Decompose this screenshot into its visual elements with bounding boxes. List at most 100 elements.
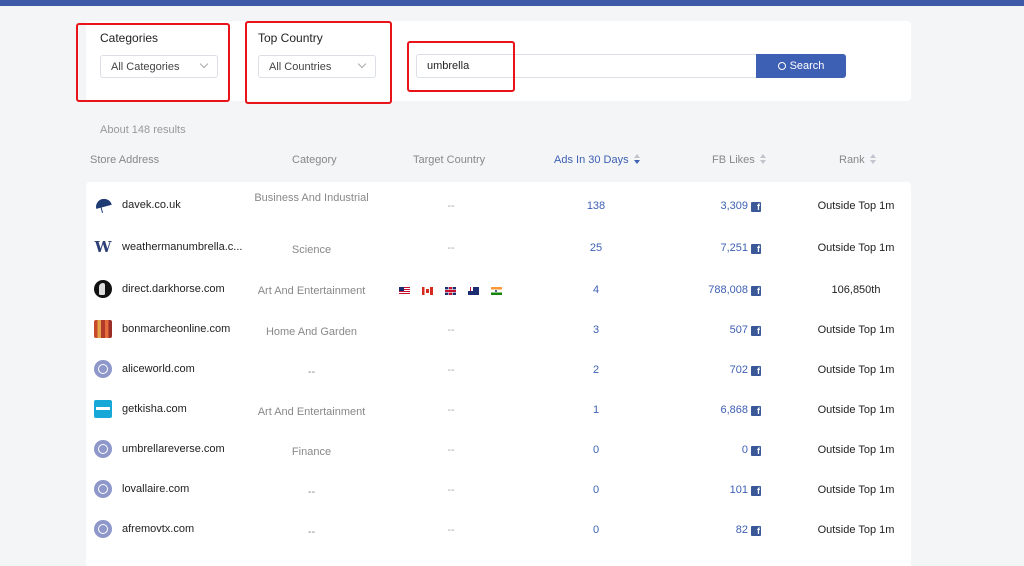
globe-icon [94,440,112,458]
category: -- [307,526,316,538]
us-flag-icon [399,287,410,295]
category: Art And Entertainment [257,285,366,297]
globe-icon [94,480,112,498]
w-logo-icon: W [94,238,112,256]
category: Business And Industrial [254,192,369,204]
table-row[interactable]: aliceworld.com -- -- 2 702 f Outside Top … [86,350,911,390]
canada-flag-icon [422,287,433,295]
column-header-category: Category [292,154,337,166]
ads-count[interactable]: 4 [556,284,636,296]
rank: Outside Top 1m [817,404,895,416]
fb-likes[interactable]: 788,008 f [671,284,761,296]
store-address[interactable]: davek.co.uk [122,199,181,211]
ads-count[interactable]: 2 [556,364,636,376]
category: Science [291,244,332,256]
highlight-box-search [407,41,515,92]
target-country: -- [447,444,455,456]
store-address[interactable]: aliceworld.com [122,363,195,375]
fb-likes[interactable]: 0f [671,444,761,456]
globe-icon [94,360,112,378]
kisha-logo-icon [94,400,112,418]
store-address[interactable]: getkisha.com [122,403,187,415]
table-row[interactable]: bonmarcheonline.com Home And Garden -- 3… [86,310,911,350]
store-address[interactable]: direct.darkhorse.com [122,283,225,295]
store-address[interactable]: umbrellareverse.com [122,443,225,455]
rank: Outside Top 1m [817,484,895,496]
facebook-icon: f [751,526,761,536]
horse-logo-icon [94,280,112,298]
fb-likes[interactable]: 101 f [671,484,761,496]
store-address[interactable]: afremovtx.com [122,523,194,535]
search-button[interactable]: Search [756,54,846,78]
fb-likes-value: 0 [741,444,748,456]
column-header-fb-likes[interactable]: FB Likes [712,154,767,166]
ads-count[interactable]: 3 [556,324,636,336]
rank: 106,850th [831,284,881,296]
umbrella-logo-icon [94,196,112,214]
target-country: -- [447,324,455,336]
fb-likes[interactable]: 702 f [671,364,761,376]
highlight-box-categories [76,23,230,102]
stripes-logo-icon [94,320,112,338]
target-country: -- [447,404,455,416]
column-header-rank[interactable]: Rank [839,154,877,166]
category: -- [307,366,316,378]
table-row[interactable]: afremovtx.com -- -- 0 82 f Outside Top 1m [86,510,911,550]
facebook-icon: f [751,244,761,254]
results-table: davek.co.uk Business And Industrial -- 1… [86,182,911,566]
facebook-icon: f [751,326,761,336]
store-address[interactable]: weathermanumbrella.c... [122,241,242,253]
ads-header-label: Ads In 30 Days [554,154,629,166]
rank: Outside Top 1m [817,444,895,456]
ads-count[interactable]: 25 [556,242,636,254]
facebook-icon: f [751,446,761,456]
fb-likes[interactable]: 7,251 f [671,242,761,254]
uk-flag-icon [445,287,456,295]
australia-flag-icon [468,287,479,295]
table-row[interactable]: direct.darkhorse.com Art And Entertainme… [86,270,911,310]
target-country-flags [399,287,502,295]
ads-count[interactable]: 0 [556,484,636,496]
sort-icon [633,154,641,164]
ads-count[interactable]: 1 [556,404,636,416]
fb-likes-value: 82 [735,524,748,536]
ads-count[interactable]: 138 [556,200,636,212]
target-country: -- [447,242,455,254]
category: Finance [291,446,332,458]
india-flag-icon [491,287,502,295]
globe-icon [94,520,112,538]
fb-likes[interactable]: 507 f [671,324,761,336]
highlight-box-top-country [245,21,392,104]
fb-likes-header-label: FB Likes [712,154,755,166]
fb-likes-value: 7,251 [720,242,748,254]
fb-likes[interactable]: 3,309 f [671,200,761,212]
rank-header-label: Rank [839,154,865,166]
table-row[interactable]: davek.co.uk Business And Industrial -- 1… [86,186,911,226]
fb-likes[interactable]: 82 f [671,524,761,536]
sort-icon [759,154,767,164]
fb-likes-value: 507 [729,324,748,336]
rank: Outside Top 1m [817,524,895,536]
table-row[interactable]: W weathermanumbrella.c... Science -- 25 … [86,230,911,270]
rank: Outside Top 1m [817,324,895,336]
store-address[interactable]: lovallaire.com [122,483,189,495]
table-row[interactable]: umbrellareverse.com Finance -- 0 0f Outs… [86,430,911,470]
rank: Outside Top 1m [817,364,895,376]
facebook-icon: f [751,406,761,416]
fb-likes-value: 788,008 [708,284,748,296]
category: Home And Garden [265,326,358,338]
column-header-ads-in-30-days[interactable]: Ads In 30 Days [554,154,641,166]
facebook-icon: f [751,286,761,296]
ads-count[interactable]: 0 [556,524,636,536]
rank: Outside Top 1m [817,242,895,254]
ads-count[interactable]: 0 [556,444,636,456]
fb-likes-value: 6,868 [720,404,748,416]
store-address[interactable]: bonmarcheonline.com [122,323,230,335]
table-row[interactable]: getkisha.com Art And Entertainment -- 1 … [86,390,911,430]
top-accent-bar [0,0,1024,6]
fb-likes[interactable]: 6,868 f [671,404,761,416]
table-row[interactable]: lovallaire.com -- -- 0 101 f Outside Top … [86,470,911,510]
facebook-icon: f [751,486,761,496]
fb-likes-value: 702 [729,364,748,376]
column-header-store-address: Store Address [90,154,160,166]
